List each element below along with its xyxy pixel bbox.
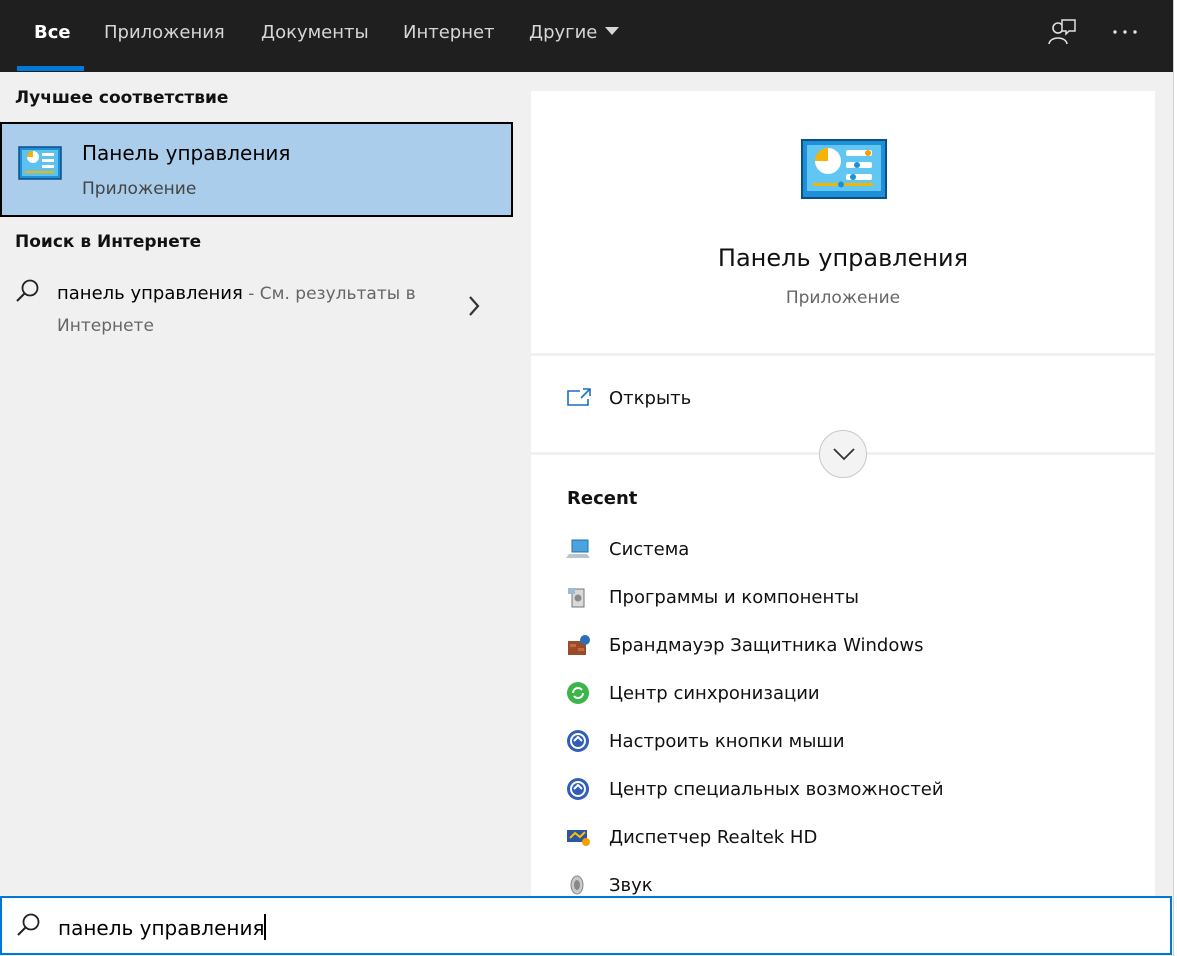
divider xyxy=(531,353,1155,356)
chevron-right-icon[interactable] xyxy=(466,294,482,318)
search-input-value: панель управления xyxy=(58,916,265,940)
best-match-title: Панель управления xyxy=(82,141,291,165)
open-action[interactable]: Открыть xyxy=(566,381,1126,421)
filter-tabs-bar: Все Приложения Документы Интернет Другие xyxy=(0,0,1173,72)
recent-item-label: Центр синхронизации xyxy=(609,683,820,704)
recent-item-label: Диспетчер Realtek HD xyxy=(609,827,818,848)
open-label: Открыть xyxy=(609,388,692,409)
search-icon xyxy=(17,913,40,936)
tab-web[interactable]: Интернет xyxy=(403,0,495,72)
search-icon xyxy=(16,279,39,302)
recent-item-mouse[interactable]: Настроить кнопки мыши xyxy=(566,723,1126,763)
recent-item-accessibility[interactable]: Центр специальных возможностей xyxy=(566,771,1126,811)
web-search-text: панель управления - См. результаты в Инт… xyxy=(57,278,437,342)
tab-documents[interactable]: Документы xyxy=(261,0,369,72)
preview-subtitle: Приложение xyxy=(785,288,901,308)
firewall-icon xyxy=(568,635,590,655)
recent-item-label: Звук xyxy=(609,875,653,896)
expand-button[interactable] xyxy=(819,430,867,478)
open-icon xyxy=(567,388,591,406)
recent-item-label: Брандмауэр Защитника Windows xyxy=(609,635,924,656)
results-list: Лучшее соответствие Панель управления Пр… xyxy=(0,72,513,896)
ease-of-access-icon xyxy=(567,778,589,800)
web-search-item[interactable]: панель управления - См. результаты в Инт… xyxy=(0,268,513,348)
sync-center-icon xyxy=(567,682,589,704)
recent-item-label: Центр специальных возможностей xyxy=(609,779,944,800)
active-tab-indicator xyxy=(17,66,84,71)
best-match-subtitle: Приложение xyxy=(82,179,197,199)
text-cursor xyxy=(264,914,267,940)
search-box[interactable]: панель управления xyxy=(0,896,1172,955)
chevron-down-icon xyxy=(833,448,855,461)
recent-header: Recent xyxy=(567,488,638,509)
preview-pane: Панель управления Приложение Открыть Rec… xyxy=(513,72,1173,896)
caret-down-icon xyxy=(605,27,620,35)
programs-icon xyxy=(568,588,585,608)
web-search-query: панель управления xyxy=(57,283,243,304)
system-icon xyxy=(566,539,590,558)
tab-all[interactable]: Все xyxy=(34,0,71,72)
recent-item-label: Программы и компоненты xyxy=(609,587,859,608)
preview-title: Панель управления xyxy=(717,244,969,272)
window-edge xyxy=(1173,0,1177,956)
preview-card: Панель управления Приложение Открыть Rec… xyxy=(531,91,1155,896)
ease-of-access-icon xyxy=(567,730,589,752)
web-search-header: Поиск в Интернете xyxy=(15,232,202,252)
recent-item-programs[interactable]: Программы и компоненты xyxy=(566,579,1126,619)
realtek-icon xyxy=(567,830,590,846)
recent-item-label: Система xyxy=(609,539,690,560)
control-panel-icon xyxy=(801,139,887,199)
recent-item-label: Настроить кнопки мыши xyxy=(609,731,845,752)
best-match-item[interactable]: Панель управления Приложение xyxy=(0,122,513,217)
tab-more-label: Другие xyxy=(529,22,598,43)
feedback-icon[interactable] xyxy=(1047,18,1077,48)
recent-item-realtek[interactable]: Диспетчер Realtek HD xyxy=(566,819,1126,859)
recent-item-system[interactable]: Система xyxy=(566,531,1126,571)
best-match-header: Лучшее соответствие xyxy=(15,88,229,108)
more-icon[interactable] xyxy=(1110,18,1140,48)
control-panel-icon xyxy=(18,146,62,180)
tab-apps[interactable]: Приложения xyxy=(104,0,225,72)
recent-item-firewall[interactable]: Брандмауэр Защитника Windows xyxy=(566,627,1126,667)
recent-item-sync[interactable]: Центр синхронизации xyxy=(566,675,1126,715)
search-input[interactable]: панель управления xyxy=(58,914,267,940)
tab-more[interactable]: Другие xyxy=(529,0,620,72)
